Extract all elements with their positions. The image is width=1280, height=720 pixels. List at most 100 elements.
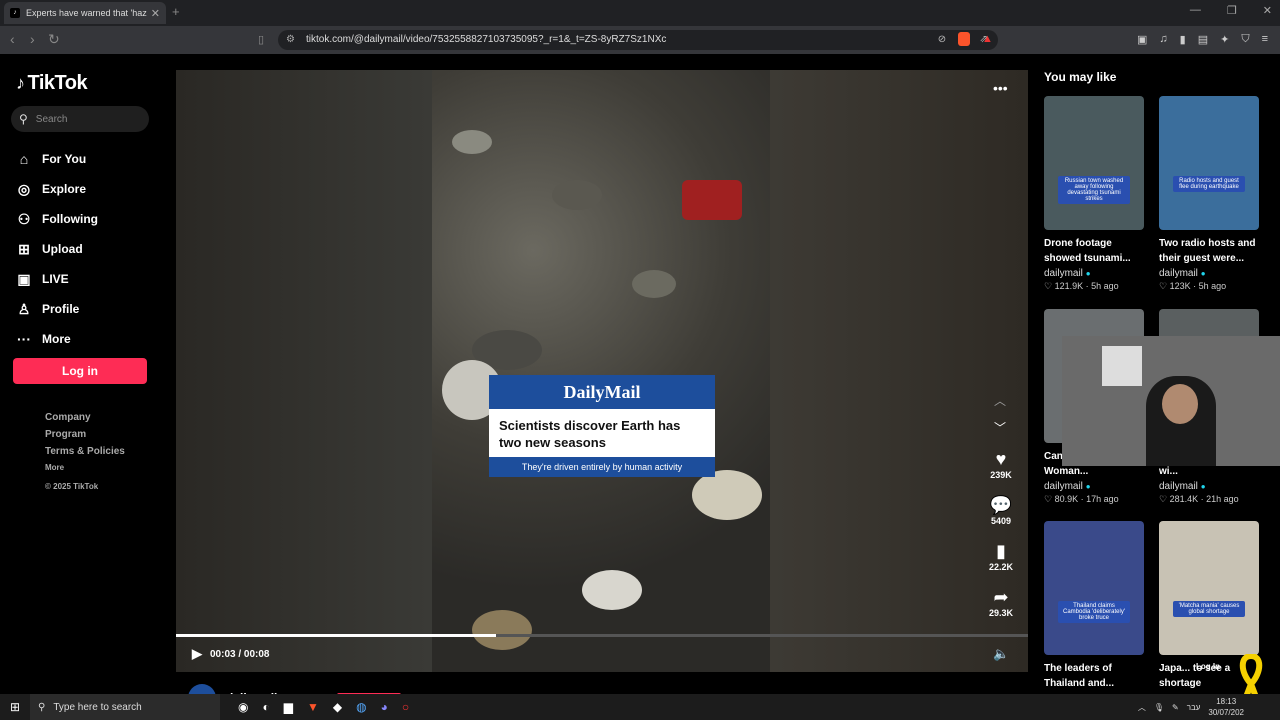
like-count: 239K: [990, 470, 1012, 480]
card-author[interactable]: dailymail ●: [1044, 268, 1144, 279]
tray-chevron-icon[interactable]: ︿: [1138, 702, 1146, 713]
screenshot-icon[interactable]: ▣: [1137, 33, 1147, 46]
language-indicator[interactable]: עבר: [1187, 703, 1201, 712]
nav-more[interactable]: ··· More: [16, 324, 98, 354]
recommendation-card[interactable]: Russian town washed away following devas…: [1044, 96, 1144, 292]
volume-icon[interactable]: 🔈: [993, 646, 1009, 662]
card-thumbnail[interactable]: Thailand claims Cambodia 'deliberately' …: [1044, 521, 1144, 655]
video-more-options-icon[interactable]: •••: [993, 80, 1008, 96]
ai-icon[interactable]: ✦: [1220, 33, 1229, 46]
footer-program-link[interactable]: Program: [45, 429, 125, 440]
brave-rewards-icon[interactable]: ▲: [982, 33, 993, 45]
close-window-icon[interactable]: ✕: [1263, 4, 1272, 17]
translate-icon[interactable]: ⊘: [938, 30, 946, 50]
login-button[interactable]: Log in: [13, 358, 147, 384]
sidebar-icon[interactable]: ▮: [1180, 33, 1186, 46]
back-icon[interactable]: ‹: [10, 31, 15, 47]
maximize-icon[interactable]: ❐: [1227, 4, 1237, 17]
previous-video-icon[interactable]: ︿: [994, 392, 1006, 409]
steam-icon[interactable]: ◐: [262, 700, 269, 714]
browser-app-icon[interactable]: ◍: [356, 700, 366, 714]
browser-tab[interactable]: ♪ Experts have warned that 'haze ✕: [4, 2, 166, 24]
app-icon[interactable]: ◉: [238, 700, 248, 714]
brave-shield-icon[interactable]: [958, 32, 970, 46]
footer-more-link[interactable]: More: [45, 463, 125, 472]
address-bar-row: ‹ › ↻ ▯ ⚙ tiktok.com/@dailymail/video/75…: [0, 26, 1280, 54]
vpn-app-icon[interactable]: ◆: [333, 700, 342, 714]
heart-outline-icon: ♡: [1159, 494, 1168, 504]
plus-square-icon: ⊞: [18, 240, 30, 257]
nav-upload[interactable]: ⊞ Upload: [16, 234, 98, 264]
card-stats: ♡ 281.4K · 21h ago: [1159, 494, 1239, 504]
discord-icon[interactable]: ◕: [381, 700, 388, 714]
bookmark-icon[interactable]: ▯: [258, 33, 264, 46]
url-field[interactable]: ⚙ tiktok.com/@dailymail/video/7532558827…: [278, 30, 998, 50]
card-title[interactable]: The leaders of Thailand and...: [1044, 661, 1144, 691]
video-detail: [452, 130, 492, 154]
opera-icon[interactable]: ○: [402, 700, 409, 714]
card-author-name: dailymail: [1159, 481, 1198, 492]
thumbnail-caption: Thailand claims Cambodia 'deliberately' …: [1058, 601, 1130, 623]
user-icon: ⚇: [17, 210, 31, 227]
search-input[interactable]: ⚲ Search: [11, 106, 149, 132]
next-video-icon[interactable]: ﹀: [994, 419, 1006, 436]
menu-icon[interactable]: ≡: [1262, 33, 1268, 46]
heart-icon: ♥: [995, 449, 1007, 469]
card-author[interactable]: dailymail ●: [1159, 268, 1259, 279]
comment-action[interactable]: 💬 5409: [990, 494, 1012, 526]
card-likes: 281.4K: [1169, 494, 1199, 504]
nav-profile[interactable]: ♙ Profile: [16, 294, 98, 324]
like-action[interactable]: ♥ 239K: [990, 448, 1012, 480]
footer-links: Company Program Terms & Policies More © …: [45, 412, 125, 497]
nav-for-you[interactable]: ⌂ For You: [16, 144, 98, 174]
nav-explore[interactable]: ◎ Explore: [16, 174, 98, 204]
mic-icon[interactable]: 🎙: [1154, 703, 1164, 712]
card-thumbnail[interactable]: Russian town washed away following devas…: [1044, 96, 1144, 230]
taskbar-clock[interactable]: 18:13 30/07/202: [1208, 696, 1244, 718]
video-progress-bar[interactable]: [176, 634, 1028, 637]
save-action[interactable]: ▮ 22.2K: [989, 540, 1013, 572]
brave-icon[interactable]: ▼: [307, 700, 319, 714]
comment-icon: 💬: [989, 495, 1013, 515]
windows-start-icon[interactable]: ⊞: [0, 700, 30, 714]
wallet-icon[interactable]: ▤: [1198, 33, 1208, 46]
reload-icon[interactable]: ↻: [48, 31, 60, 48]
verified-icon: ●: [1085, 482, 1091, 491]
card-thumbnail[interactable]: 'Matcha mania' causes global shortage: [1159, 521, 1259, 655]
recommendation-card[interactable]: Thailand claims Cambodia 'deliberately' …: [1044, 521, 1144, 691]
taskbar-search-input[interactable]: ⚲ Type here to search: [30, 694, 220, 720]
card-title[interactable]: Drone footage showed tsunami...: [1044, 236, 1144, 266]
new-tab-button[interactable]: +: [172, 4, 180, 19]
share-action[interactable]: ➦ 29.3K: [989, 586, 1013, 618]
card-title[interactable]: Two radio hosts and their guest were...: [1159, 236, 1259, 266]
verified-icon: ●: [1200, 482, 1206, 491]
overlay-login-button[interactable]: Log In: [1196, 662, 1220, 671]
verified-icon: ●: [1085, 269, 1091, 278]
nav-following[interactable]: ⚇ Following: [16, 204, 98, 234]
footer-company-link[interactable]: Company: [45, 412, 125, 423]
music-icon[interactable]: ♫: [1159, 33, 1167, 46]
tab-close-icon[interactable]: ✕: [151, 7, 160, 20]
video-detail: [582, 570, 642, 610]
home-icon: ⌂: [19, 151, 29, 167]
forward-icon[interactable]: ›: [30, 31, 35, 47]
tiktok-logo[interactable]: ♪ TikTok: [16, 72, 88, 95]
footer-terms-link[interactable]: Terms & Policies: [45, 446, 125, 457]
clock-time: 18:13: [1216, 697, 1237, 706]
bookmark-icon: ▮: [996, 541, 1006, 561]
nav-live[interactable]: ▣ LIVE: [16, 264, 98, 294]
search-placeholder: Search: [35, 113, 68, 125]
file-explorer-icon[interactable]: ▆: [284, 700, 293, 714]
vpn-icon[interactable]: ⛉: [1241, 33, 1249, 46]
card-author[interactable]: dailymail ●: [1159, 481, 1259, 492]
play-icon[interactable]: ▶: [192, 646, 202, 662]
webcam-face: [1162, 384, 1198, 424]
minimize-icon[interactable]: —: [1190, 4, 1201, 17]
verified-icon: ●: [1200, 269, 1206, 278]
card-author[interactable]: dailymail ●: [1044, 481, 1144, 492]
site-info-icon[interactable]: ⚙: [286, 30, 295, 50]
video-frame[interactable]: [432, 70, 770, 672]
recommendation-card[interactable]: Radio hosts and guest flee during earthq…: [1159, 96, 1259, 292]
card-thumbnail[interactable]: Radio hosts and guest flee during earthq…: [1159, 96, 1259, 230]
pen-icon[interactable]: ✎: [1172, 703, 1179, 712]
